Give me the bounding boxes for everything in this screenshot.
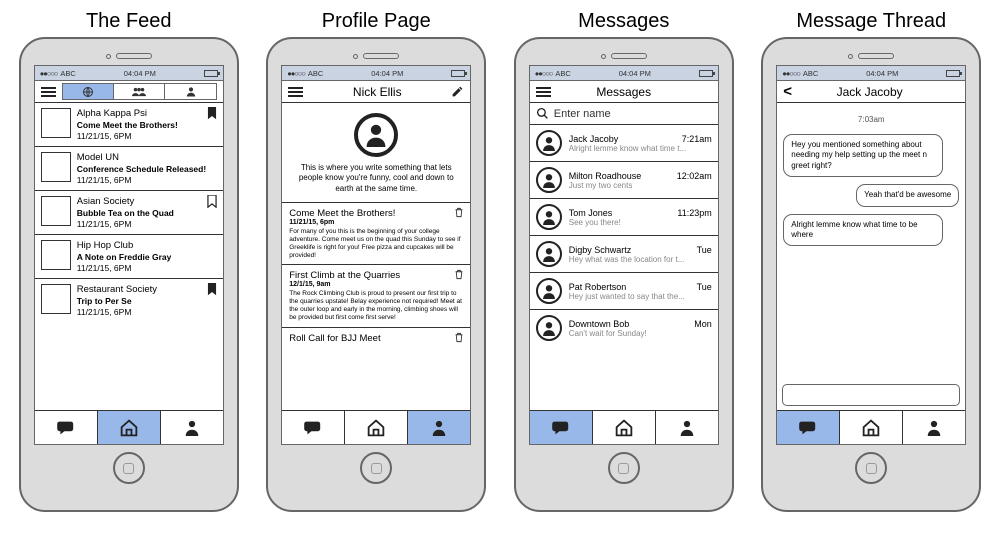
status-bar: ●●○○○ABC 04:04 PM — [35, 66, 223, 81]
status-bar: ●●○○○ABC 04:04 PM — [777, 66, 965, 81]
bottom-nav — [35, 410, 223, 444]
bookmark-icon[interactable] — [207, 283, 217, 298]
nav-chat-icon[interactable] — [282, 411, 345, 444]
feed-thumb — [41, 284, 71, 314]
profile-avatar — [354, 113, 398, 157]
screen-title-profile: Profile Page — [322, 10, 431, 33]
message-row[interactable]: Tom Jones11:23pmSee you there! — [530, 199, 718, 236]
thread-name: Jack Jacoby — [798, 85, 941, 99]
feed-title: Come Meet the Brothers! — [77, 120, 178, 130]
bottom-nav — [282, 410, 470, 444]
compose-input[interactable] — [782, 384, 960, 406]
bookmark-icon[interactable] — [207, 107, 217, 122]
nav-home-icon[interactable] — [345, 411, 408, 444]
message-bubble: Yeah that'd be awesome — [856, 184, 959, 206]
feed-thumb — [41, 196, 71, 226]
profile-post[interactable]: Roll Call for BJJ Meet — [282, 327, 470, 346]
back-icon[interactable]: < — [783, 83, 792, 100]
status-bar: ●●○○○ABC 04:04 PM — [282, 66, 470, 81]
edit-icon[interactable] — [451, 85, 464, 98]
nav-chat-icon[interactable] — [530, 411, 593, 444]
feed-tabs[interactable] — [62, 83, 217, 100]
profile-bio: This is where you write something that l… — [282, 163, 470, 202]
search-input[interactable]: Enter name — [530, 103, 718, 125]
trash-icon[interactable] — [454, 332, 464, 345]
message-row[interactable]: Digby SchwartzTueHey what was the locati… — [530, 236, 718, 273]
profile-post[interactable]: Come Meet the Brothers! 11/21/15, 6pm Fo… — [282, 202, 470, 264]
screen-title-messages: Messages — [578, 10, 669, 33]
message-row[interactable]: Downtown BobMonCan't wait for Sunday! — [530, 310, 718, 346]
search-icon — [536, 107, 549, 120]
nav-profile-icon[interactable] — [903, 411, 965, 444]
bookmark-icon[interactable] — [207, 195, 217, 210]
avatar-icon — [536, 241, 562, 267]
nav-home-icon[interactable] — [840, 411, 903, 444]
messages-title: Messages — [557, 85, 691, 99]
avatar-icon — [536, 130, 562, 156]
phone-frame: ●●○○○ABC 04:04 PM < Jack Jacoby 7:03am H… — [761, 37, 981, 512]
avatar-icon — [536, 204, 562, 230]
feed-date: 11/21/15, 6PM — [77, 131, 178, 141]
bottom-nav — [777, 410, 965, 444]
hamburger-icon[interactable] — [288, 87, 303, 97]
trash-icon[interactable] — [454, 269, 464, 282]
status-time: 04:04 PM — [124, 69, 156, 78]
nav-home-icon[interactable] — [593, 411, 656, 444]
feed-item[interactable]: Model UN Conference Schedule Released! 1… — [35, 147, 223, 191]
home-button[interactable] — [855, 452, 887, 484]
thread-timestamp: 7:03am — [783, 115, 959, 124]
messages-list: Jack Jacoby7:21amAlright lemme know what… — [530, 125, 718, 410]
search-placeholder: Enter name — [554, 108, 611, 120]
nav-profile-icon[interactable] — [656, 411, 718, 444]
phone-frame: ●●○○○ABC 04:04 PM Messages Enter name Ja… — [514, 37, 734, 512]
feed-list: Alpha Kappa Psi Come Meet the Brothers! … — [35, 103, 223, 410]
home-button[interactable] — [113, 452, 145, 484]
message-row[interactable]: Pat RobertsonTueHey just wanted to say t… — [530, 273, 718, 310]
feed-item[interactable]: Hip Hop Club A Note on Freddie Gray 11/2… — [35, 235, 223, 279]
hamburger-icon[interactable] — [41, 87, 56, 97]
thread-body: 7:03am Hey you mentioned something about… — [777, 103, 965, 384]
profile-posts: Come Meet the Brothers! 11/21/15, 6pm Fo… — [282, 202, 470, 410]
nav-profile-icon[interactable] — [161, 411, 223, 444]
nav-chat-icon[interactable] — [777, 411, 840, 444]
hamburger-icon[interactable] — [536, 87, 551, 97]
feed-item[interactable]: Asian Society Bubble Tea on the Quad 11/… — [35, 191, 223, 235]
tab-profile-icon — [165, 84, 215, 99]
avatar-icon — [536, 167, 562, 193]
phone-frame: ●●○○○ABC 04:04 PM — [19, 37, 239, 512]
feed-thumb — [41, 240, 71, 270]
screen-title-feed: The Feed — [86, 10, 172, 33]
phone-frame: ●●○○○ABC 04:04 PM Nick Ellis This is whe… — [266, 37, 486, 512]
message-bubble: Hey you mentioned something about needin… — [783, 134, 943, 177]
avatar-icon — [536, 278, 562, 304]
message-bubble: Alright lemme know what time to be where — [783, 214, 943, 247]
tab-group-icon — [114, 84, 165, 99]
nav-profile-icon[interactable] — [408, 411, 470, 444]
feed-thumb — [41, 152, 71, 182]
feed-item[interactable]: Alpha Kappa Psi Come Meet the Brothers! … — [35, 103, 223, 147]
home-button[interactable] — [360, 452, 392, 484]
screen-title-thread: Message Thread — [796, 10, 946, 33]
status-bar: ●●○○○ABC 04:04 PM — [530, 66, 718, 81]
nav-home-icon[interactable] — [98, 411, 161, 444]
trash-icon[interactable] — [454, 207, 464, 220]
home-button[interactable] — [608, 452, 640, 484]
message-row[interactable]: Jack Jacoby7:21amAlright lemme know what… — [530, 125, 718, 162]
message-row[interactable]: Milton Roadhouse12:02amJust my two cents — [530, 162, 718, 199]
profile-name: Nick Ellis — [309, 85, 445, 99]
bottom-nav — [530, 410, 718, 444]
profile-post[interactable]: First Climb at the Quarries 12/1/15, 9am… — [282, 264, 470, 326]
feed-thumb — [41, 108, 71, 138]
tab-globe-icon — [63, 84, 114, 99]
nav-chat-icon[interactable] — [35, 411, 98, 444]
avatar-icon — [536, 315, 562, 341]
feed-item[interactable]: Restaurant Society Trip to Per Se 11/21/… — [35, 279, 223, 322]
feed-org: Alpha Kappa Psi — [77, 108, 178, 119]
